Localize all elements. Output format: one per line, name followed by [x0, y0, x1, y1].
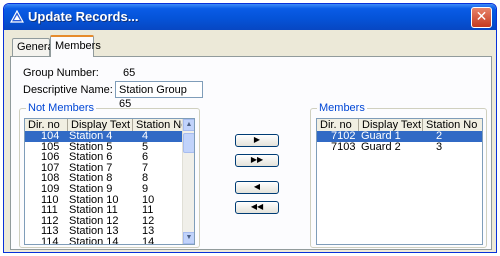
group-number-label: Group Number:: [23, 67, 99, 79]
close-button[interactable]: ✕: [471, 7, 492, 28]
members-list[interactable]: Dir. no Display Text Station No 7102 Guar…: [316, 118, 483, 245]
not-members-title: Not Members: [26, 102, 97, 114]
column-header-station-no[interactable]: Station No: [423, 119, 482, 131]
add-one-button[interactable]: ▶: [235, 134, 279, 147]
remove-one-button[interactable]: ◀: [235, 181, 279, 194]
cell-display-text: Guard 2: [361, 140, 401, 153]
scroll-up-icon[interactable]: ▲: [183, 119, 194, 131]
scrollbar-thumb[interactable]: [183, 133, 194, 153]
cell-station-no: 3: [436, 140, 443, 153]
members-tab-panel: Group Number: 65 Descriptive Name: Stati…: [10, 56, 492, 250]
not-members-group: Not Members Dir. no Display Text Station…: [19, 102, 200, 248]
list-row[interactable]: 114 Station 14 14: [25, 237, 194, 245]
title-bar[interactable]: Update Records... ✕: [4, 4, 496, 30]
app-triangle-icon: [10, 10, 24, 23]
not-members-list[interactable]: Dir. no Display Text Station No 104 Stati…: [24, 118, 195, 245]
descriptive-name-input[interactable]: Station Group 65: [115, 81, 203, 110]
cell-dir-no: 7103: [331, 140, 356, 153]
add-all-button[interactable]: ▶▶: [235, 154, 279, 167]
cell-dir-no: 114: [41, 236, 59, 245]
group-number-value: 65: [123, 67, 136, 79]
descriptive-name-label: Descriptive Name:: [23, 84, 113, 96]
list-row[interactable]: 7103 Guard 2 3: [317, 140, 482, 153]
update-records-dialog: Update Records... ✕ General Members Grou…: [3, 3, 497, 253]
window-title: Update Records...: [28, 9, 139, 24]
tab-members-label: Members: [55, 40, 101, 52]
column-header-station-no[interactable]: Station No: [133, 119, 185, 131]
scroll-down-icon[interactable]: ▼: [183, 232, 194, 244]
members-title: Members: [317, 102, 367, 114]
members-group: Members Dir. no Display Text Station No …: [310, 102, 487, 248]
tab-general[interactable]: General: [12, 38, 56, 56]
cell-display-text: Station 14: [69, 236, 119, 245]
tab-members[interactable]: Members: [50, 35, 101, 57]
cell-station-no: 14: [142, 236, 155, 245]
close-icon: ✕: [475, 9, 488, 25]
not-members-scrollbar[interactable]: ▲ ▼: [182, 119, 194, 244]
remove-all-button[interactable]: ◀◀: [235, 201, 279, 214]
